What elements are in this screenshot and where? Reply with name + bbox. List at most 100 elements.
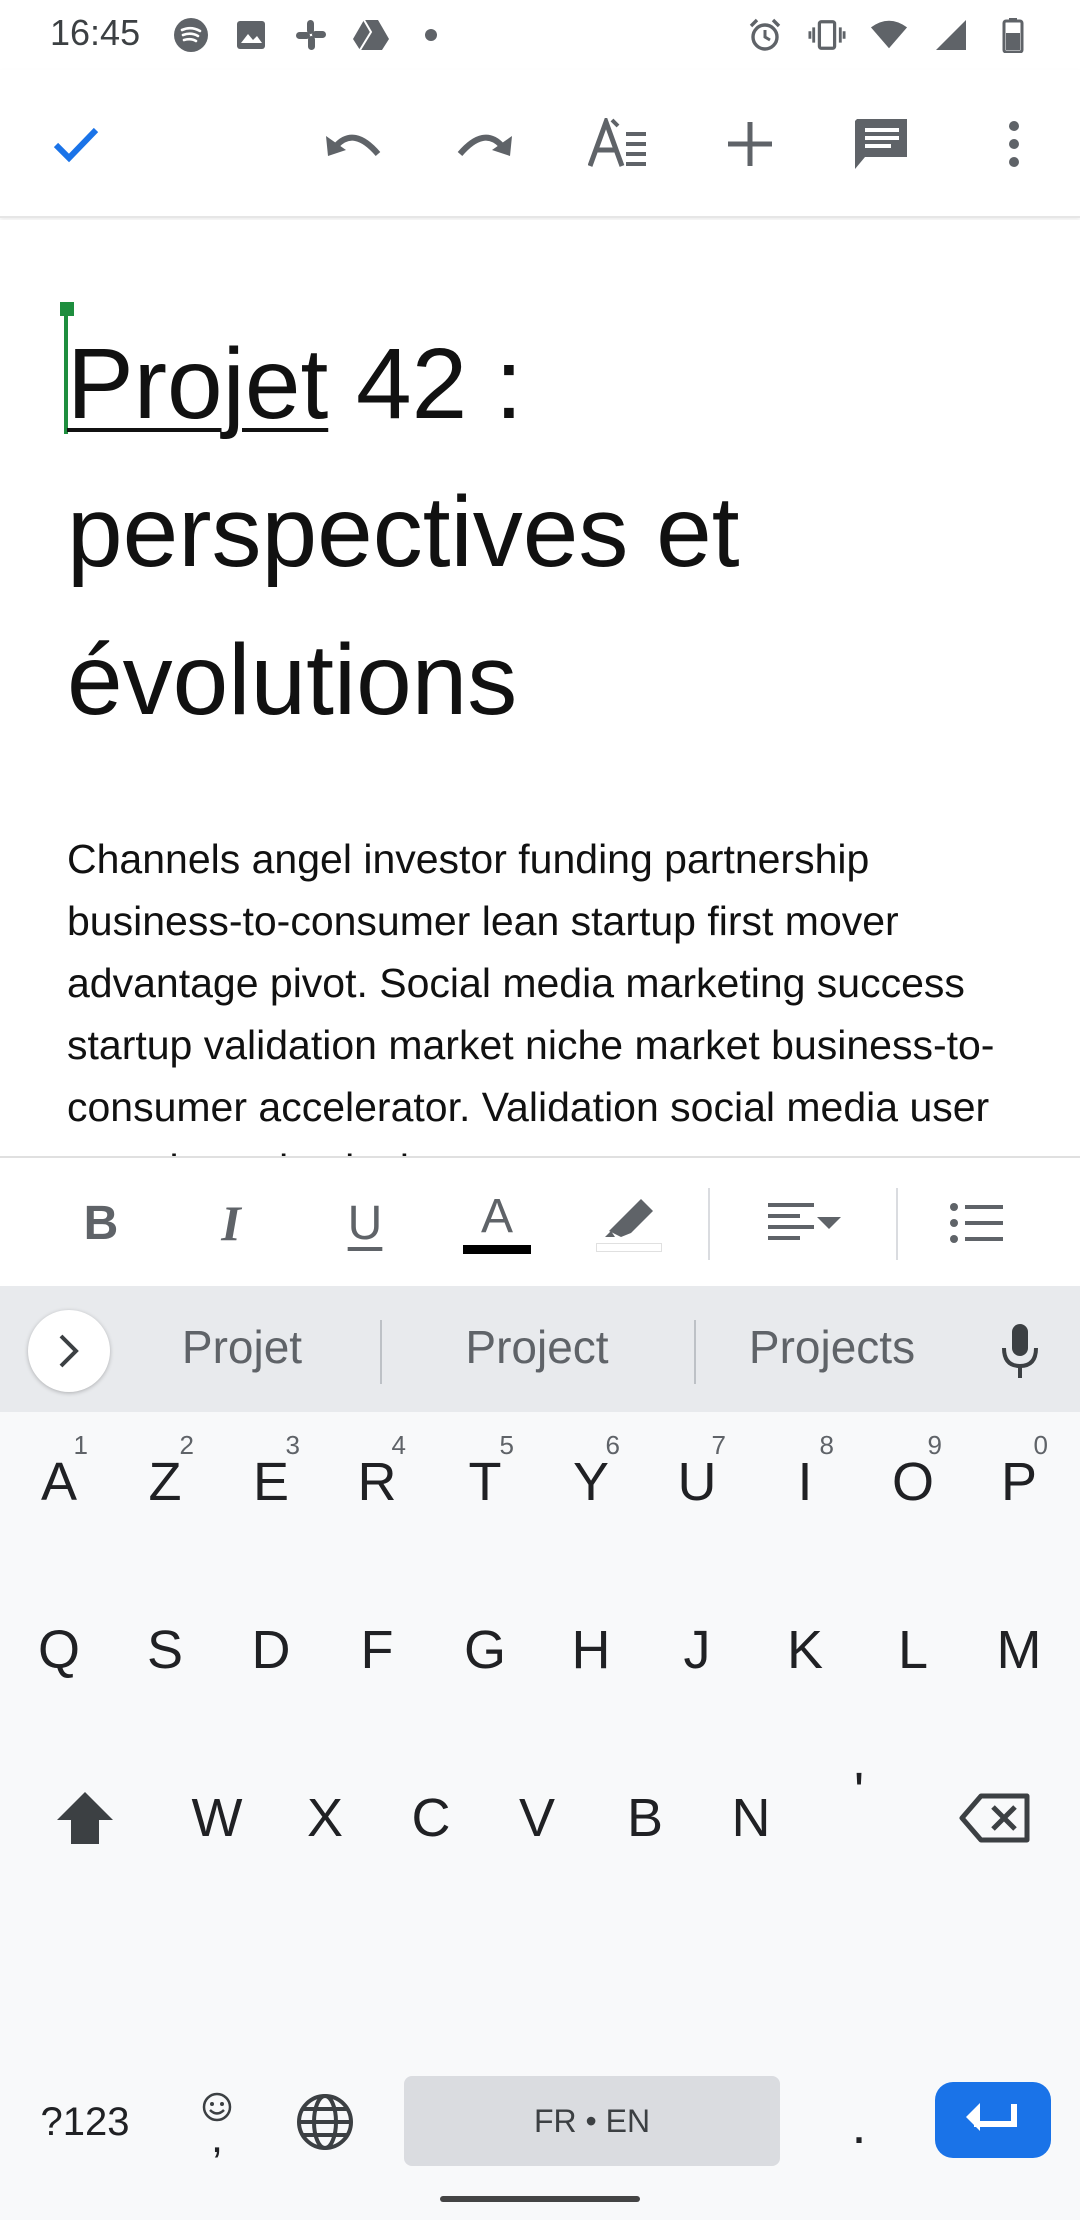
key-label: Z: [148, 1452, 182, 1512]
key-d[interactable]: D: [218, 1580, 324, 1720]
insert-icon: [728, 122, 772, 166]
key-m[interactable]: M: [966, 1580, 1072, 1720]
document-body-paragraph[interactable]: Channels angel investor funding partners…: [67, 828, 1027, 1156]
backspace-key[interactable]: [940, 1748, 1050, 1888]
text-color-swatch: [463, 1244, 531, 1254]
key-a[interactable]: A1: [6, 1412, 112, 1552]
key-label: Y: [572, 1452, 610, 1512]
system-icons: [746, 12, 1032, 58]
key-p[interactable]: P0: [966, 1412, 1072, 1552]
title-line1-rest: 42 :: [328, 328, 523, 440]
text-format-button[interactable]: [582, 108, 654, 180]
key-hint: 2: [179, 1430, 194, 1460]
key-c[interactable]: C: [378, 1748, 484, 1888]
key-apostrophe[interactable]: ': [806, 1722, 912, 1862]
key-z[interactable]: Z2: [112, 1412, 218, 1552]
battery-icon: [994, 16, 1032, 54]
gesture-navigation-bar[interactable]: [440, 2196, 640, 2202]
key-label: A: [40, 1452, 78, 1512]
text-color-button[interactable]: A: [452, 1180, 542, 1266]
voice-input-button[interactable]: [990, 1316, 1050, 1386]
more-options-button[interactable]: [978, 108, 1050, 180]
title-misspelled-word[interactable]: Projet: [67, 328, 328, 440]
backspace-icon: [959, 1793, 1030, 1843]
text-color-icon: A: [480, 1189, 513, 1243]
suggestion-2[interactable]: Project: [397, 1320, 677, 1374]
document-canvas[interactable]: Projet 42 : perspectives et évolutions C…: [0, 220, 1080, 1156]
notification-icons: [172, 12, 450, 58]
enter-key[interactable]: [935, 2082, 1051, 2158]
bold-button[interactable]: B: [56, 1180, 146, 1266]
key-k[interactable]: K: [752, 1580, 858, 1720]
suggestion-3[interactable]: Projects: [692, 1320, 972, 1374]
spotify-icon: [172, 16, 210, 54]
highlight-swatch: [596, 1242, 662, 1252]
highlighter-icon: [605, 1198, 653, 1237]
keyboard: Projet Project Projects A1 Z2 E3 R4 T5 Y…: [0, 1286, 1080, 2220]
microphone-icon: [1002, 1324, 1038, 1378]
key-w[interactable]: W: [164, 1748, 270, 1888]
key-y[interactable]: Y6: [538, 1412, 644, 1552]
key-i[interactable]: I8: [752, 1412, 858, 1552]
enter-icon: [966, 2103, 1017, 2131]
editor-toolbar: [0, 70, 1080, 218]
key-s[interactable]: S: [112, 1580, 218, 1720]
symbols-key[interactable]: ?123: [20, 2052, 150, 2192]
undo-icon: [326, 134, 381, 157]
text-format-icon: [588, 118, 646, 167]
space-key[interactable]: FR • EN: [404, 2076, 780, 2166]
key-x[interactable]: X: [272, 1748, 378, 1888]
key-n[interactable]: N: [698, 1748, 804, 1888]
key-hint: 9: [927, 1430, 942, 1460]
key-hint: 6: [605, 1430, 620, 1460]
key-label: I: [797, 1452, 813, 1512]
key-v[interactable]: V: [484, 1748, 590, 1888]
key-g[interactable]: G: [432, 1580, 538, 1720]
redo-icon: [457, 134, 512, 157]
period-key[interactable]: .: [806, 2052, 912, 2192]
bulleted-list-button[interactable]: [932, 1180, 1022, 1266]
key-l[interactable]: L: [860, 1580, 966, 1720]
key-b[interactable]: B: [592, 1748, 698, 1888]
language-key[interactable]: [272, 2052, 378, 2192]
undo-button[interactable]: [318, 108, 390, 180]
suggestion-1[interactable]: Projet: [102, 1320, 382, 1374]
key-r[interactable]: R4: [324, 1412, 430, 1552]
align-button[interactable]: [752, 1180, 856, 1266]
format-divider: [896, 1188, 898, 1260]
suggestion-divider: [380, 1320, 382, 1384]
key-hint: 0: [1033, 1430, 1048, 1460]
more-notifications-icon: [412, 16, 450, 54]
key-e[interactable]: E3: [218, 1412, 324, 1552]
redo-button[interactable]: [448, 108, 520, 180]
expand-toolbar-button[interactable]: [28, 1310, 110, 1392]
underline-icon: U: [347, 1196, 383, 1250]
key-t[interactable]: T5: [432, 1412, 538, 1552]
status-bar: 16:45: [0, 0, 1080, 70]
document-title[interactable]: Projet 42 : perspectives et évolutions: [67, 310, 967, 754]
signal-icon: [932, 16, 970, 54]
key-f[interactable]: F: [324, 1580, 430, 1720]
more-vert-icon: [1009, 121, 1019, 167]
slack-icon: [292, 16, 330, 54]
italic-button[interactable]: I: [186, 1180, 276, 1266]
chevron-down-icon: [817, 1217, 841, 1229]
bulleted-list-icon: [950, 1203, 1003, 1243]
shift-icon: [57, 1792, 113, 1844]
done-button[interactable]: [40, 108, 112, 180]
underline-button[interactable]: U: [320, 1180, 410, 1266]
key-h[interactable]: H: [538, 1580, 644, 1720]
key-u[interactable]: U7: [644, 1412, 750, 1552]
highlight-button[interactable]: [584, 1180, 674, 1266]
comment-button[interactable]: [846, 108, 918, 180]
formatting-bar: B I U A: [0, 1156, 1080, 1286]
shift-key[interactable]: [30, 1748, 140, 1888]
comma-emoji-key[interactable]: ,: [164, 2052, 270, 2192]
insert-button[interactable]: [714, 108, 786, 180]
key-label: T: [468, 1452, 502, 1512]
key-o[interactable]: O9: [860, 1412, 966, 1552]
italic-icon: I: [221, 1195, 241, 1251]
key-j[interactable]: J: [644, 1580, 750, 1720]
key-q[interactable]: Q: [6, 1580, 112, 1720]
key-hint: 4: [391, 1430, 406, 1460]
